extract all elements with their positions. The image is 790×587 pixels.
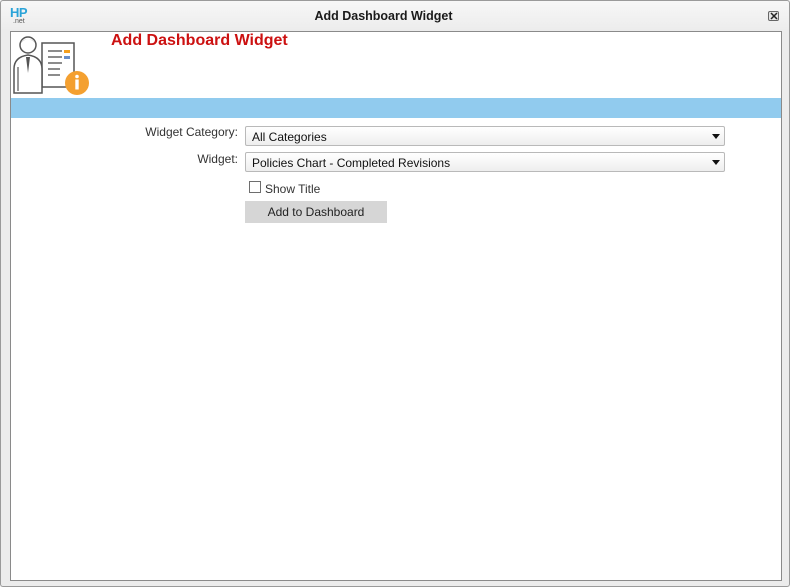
widget-label: Widget: <box>197 152 238 166</box>
show-title-checkbox[interactable] <box>249 181 261 193</box>
user-document-info-icon <box>13 36 89 95</box>
header-band <box>11 98 781 118</box>
chevron-down-icon <box>712 134 720 139</box>
show-title-label[interactable]: Show Title <box>265 182 320 196</box>
widget-select[interactable]: Policies Chart - Completed Revisions <box>245 152 725 172</box>
dialog-window: HP .net Add Dashboard Widget Add Dashboa… <box>0 0 790 587</box>
add-to-dashboard-button[interactable]: Add to Dashboard <box>245 201 387 223</box>
widget-category-label: Widget Category: <box>145 125 238 139</box>
widget-category-value: All Categories <box>252 130 327 144</box>
close-button[interactable] <box>768 11 779 21</box>
close-icon <box>770 12 778 20</box>
dialog-header: Add Dashboard Widget <box>11 32 781 98</box>
widget-value: Policies Chart - Completed Revisions <box>252 156 451 170</box>
chevron-down-icon <box>712 160 720 165</box>
widget-category-select[interactable]: All Categories <box>245 126 725 146</box>
title-bar: HP .net Add Dashboard Widget <box>1 1 789 31</box>
dialog-heading: Add Dashboard Widget <box>111 32 288 49</box>
window-title: Add Dashboard Widget <box>314 9 453 23</box>
dialog-content: Add Dashboard Widget <box>10 31 782 581</box>
